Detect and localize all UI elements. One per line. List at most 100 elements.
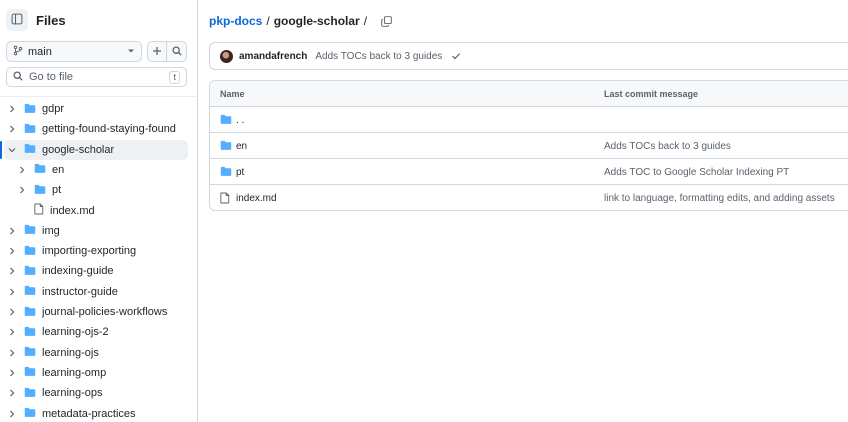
table-row[interactable]: en Adds TOCs back to 3 guides: [210, 133, 848, 159]
tree-item[interactable]: index.md: [4, 201, 188, 221]
check-icon[interactable]: [451, 51, 461, 61]
chevron-right-icon[interactable]: [6, 326, 18, 338]
sidebar-collapse-icon: [11, 13, 23, 28]
avatar[interactable]: [220, 49, 233, 63]
tree-item-label: learning-ojs: [42, 346, 99, 359]
folder-icon: [220, 140, 232, 153]
tree-item[interactable]: learning-ojs: [4, 343, 188, 363]
chevron-right-icon[interactable]: [6, 387, 18, 399]
file-table: Name Last commit message . . en Adds TOCs …: [209, 80, 848, 211]
folder-icon: [24, 143, 36, 156]
tree-item[interactable]: instructor-guide: [4, 282, 188, 302]
tree-item-label: instructor-guide: [42, 285, 118, 298]
folder-icon: [24, 366, 36, 379]
copy-path-icon[interactable]: [381, 15, 392, 27]
tree-item-label: metadata-practices: [42, 407, 136, 420]
tree-item-label: pt: [52, 184, 62, 197]
chevron-right-icon[interactable]: [6, 265, 18, 277]
sidebar-header: Files: [6, 8, 66, 32]
chevron-right-icon[interactable]: [16, 184, 28, 196]
tree-item[interactable]: learning-ops: [4, 383, 188, 403]
tree-item-label: journal-policies-workflows: [42, 306, 168, 318]
breadcrumb-separator: /: [266, 14, 270, 28]
table-row[interactable]: . .: [210, 107, 848, 133]
tree-item-label: index.md: [50, 204, 95, 217]
folder-icon: [24, 224, 36, 237]
chevron-right-icon[interactable]: [6, 123, 18, 135]
commit-author[interactable]: amandafrench: [239, 51, 307, 62]
table-row[interactable]: index.md link to language, formatting edi…: [210, 185, 848, 210]
search-files-button[interactable]: [167, 41, 187, 62]
breadcrumb-repo-link[interactable]: pkp-docs: [209, 14, 262, 28]
caret-down-icon: [127, 46, 135, 58]
folder-icon: [34, 163, 46, 176]
tree-item[interactable]: getting-found-staying-found: [4, 119, 188, 139]
folder-icon: [220, 114, 232, 127]
search-icon: [13, 70, 23, 84]
folder-icon: [24, 326, 36, 339]
tree-item[interactable]: indexing-guide: [4, 261, 188, 281]
tree-item[interactable]: google-scholar: [0, 139, 188, 160]
chevron-right-icon[interactable]: [6, 347, 18, 359]
branch-name: main: [28, 45, 52, 58]
go-to-file-input[interactable]: Go to file t: [6, 67, 187, 87]
breadcrumb: pkp-docs / google-scholar /: [209, 14, 392, 28]
tree-item-label: indexing-guide: [42, 265, 114, 278]
go-to-file-placeholder: Go to file: [29, 71, 74, 83]
tree-item[interactable]: importing-exporting: [4, 241, 188, 261]
file-icon: [34, 203, 44, 218]
breadcrumb-separator: /: [363, 14, 368, 28]
tree-item[interactable]: learning-omp: [4, 363, 188, 383]
file-name-link[interactable]: . .: [236, 115, 244, 126]
tree-item[interactable]: metadata-practices: [4, 404, 188, 422]
chevron-right-icon[interactable]: [6, 225, 18, 237]
add-file-button[interactable]: [147, 41, 167, 62]
latest-commit-bar: amandafrench Adds TOCs back to 3 guides: [209, 42, 848, 70]
tree-item[interactable]: img: [4, 221, 188, 241]
folder-icon: [24, 346, 36, 359]
folder-icon: [24, 265, 36, 278]
commit-message-link[interactable]: Adds TOCs back to 3 guides: [604, 141, 731, 152]
file-name-link[interactable]: index.md: [236, 193, 277, 204]
tree-item[interactable]: journal-policies-workflows: [4, 302, 188, 322]
plus-icon: [152, 45, 162, 59]
tree-item-label: importing-exporting: [42, 245, 137, 258]
chevron-right-icon[interactable]: [6, 245, 18, 257]
chevron-right-icon[interactable]: [6, 103, 18, 115]
tree-item[interactable]: learning-ojs-2: [4, 322, 188, 342]
search-icon: [171, 45, 182, 59]
chevron-right-icon[interactable]: [6, 286, 18, 298]
commit-message-link[interactable]: link to language, formatting edits, and …: [604, 193, 835, 204]
breadcrumb-current-folder: google-scholar: [273, 14, 360, 28]
chevron-down-icon[interactable]: [6, 144, 18, 156]
sidebar-divider: [0, 96, 197, 97]
chevron-right-icon[interactable]: [16, 164, 28, 176]
chevron-right-icon[interactable]: [6, 306, 18, 318]
tree-item-label: google-scholar: [42, 143, 115, 156]
file-icon: [220, 192, 230, 207]
file-name-link[interactable]: en: [236, 141, 247, 152]
collapse-sidebar-button[interactable]: [6, 9, 28, 31]
chevron-right-icon[interactable]: [6, 367, 18, 379]
folder-icon: [220, 166, 232, 179]
tree-item-label: img: [42, 224, 60, 237]
file-name-link[interactable]: pt: [236, 167, 244, 178]
folder-icon: [24, 387, 36, 400]
commit-message-link[interactable]: Adds TOC to Google Scholar Indexing PT: [604, 167, 789, 178]
keyboard-shortcut-hint: t: [169, 70, 180, 84]
git-branch-icon: [13, 45, 23, 59]
tree-item[interactable]: en: [4, 160, 188, 180]
tree-item-label: learning-ops: [42, 387, 103, 400]
tree-item[interactable]: gdpr: [4, 99, 188, 119]
tree-item[interactable]: pt: [4, 180, 188, 200]
file-tree-sidebar: Files main Go to file t gdpr getting-foun…: [0, 0, 198, 422]
tree-item-label: getting-found-staying-found: [42, 123, 176, 136]
chevron-right-icon[interactable]: [6, 408, 18, 420]
tree-item-label: learning-ojs-2: [42, 326, 109, 339]
commit-message[interactable]: Adds TOCs back to 3 guides: [315, 51, 442, 62]
branch-selector[interactable]: main: [6, 41, 142, 62]
table-row[interactable]: pt Adds TOC to Google Scholar Indexing PT: [210, 159, 848, 185]
folder-icon: [34, 184, 46, 197]
main-content: pkp-docs / google-scholar / amandafrench…: [198, 0, 848, 422]
